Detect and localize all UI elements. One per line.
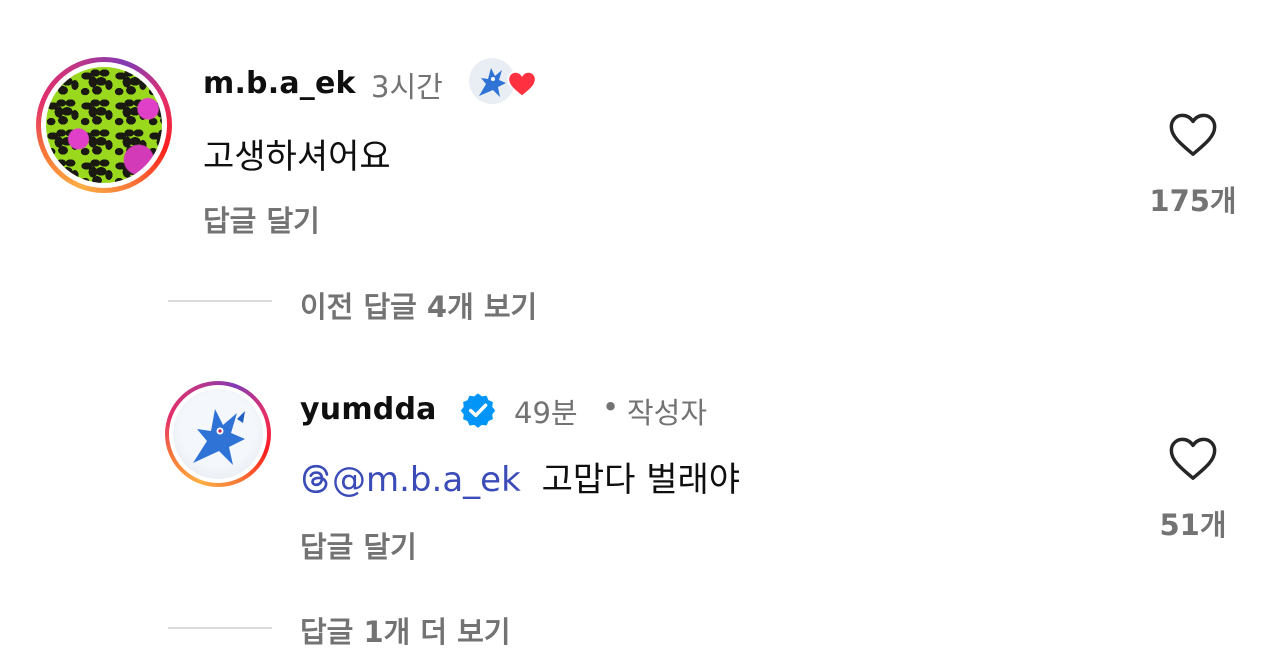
verified-badge-icon: [460, 393, 496, 428]
reply-button[interactable]: 답글 달기: [203, 198, 320, 240]
comment-username[interactable]: m.b.a_ek: [203, 66, 356, 101]
heart-outline-icon: [1169, 437, 1217, 480]
view-more-replies-button[interactable]: 답글 1개 더 보기: [300, 609, 511, 651]
like-button[interactable]: [1167, 110, 1219, 158]
like-count: 175개: [1149, 184, 1237, 218]
threads-icon: [302, 464, 329, 494]
comment-text: 고맙다 벌래야: [541, 460, 741, 500]
avatar-image: [46, 67, 162, 183]
thread-divider: [168, 300, 272, 302]
view-previous-replies-button[interactable]: 이전 답글 4개 보기: [300, 284, 537, 326]
mention-text[interactable]: @m.b.a_ek: [332, 460, 521, 500]
meta-separator: •: [602, 390, 620, 424]
comment-timestamp: 3시간: [371, 70, 443, 104]
comment-timestamp: 49분: [514, 396, 578, 430]
creator-liked-indicator: [469, 56, 541, 108]
comment-text: 고생하셔어요: [203, 137, 391, 177]
like-count: 51개: [1159, 508, 1227, 542]
heart-outline-icon: [1169, 113, 1217, 156]
avatar-m-b-a-ek[interactable]: [36, 57, 172, 193]
mention-link[interactable]: @m.b.a_ek: [300, 460, 532, 500]
thread-divider: [168, 627, 272, 629]
avatar-image: [173, 389, 263, 479]
author-label: 작성자: [627, 396, 708, 430]
comment-text-line: @m.b.a_ek 고맙다 벌래야: [300, 452, 740, 501]
avatar-yumdda[interactable]: [165, 381, 271, 487]
like-button[interactable]: [1167, 434, 1219, 482]
reply-button[interactable]: 답글 달기: [300, 524, 417, 566]
creator-liked-heart-icon: [507, 70, 537, 98]
comment-username[interactable]: yumdda: [300, 392, 437, 427]
creature-icon: [193, 409, 245, 465]
